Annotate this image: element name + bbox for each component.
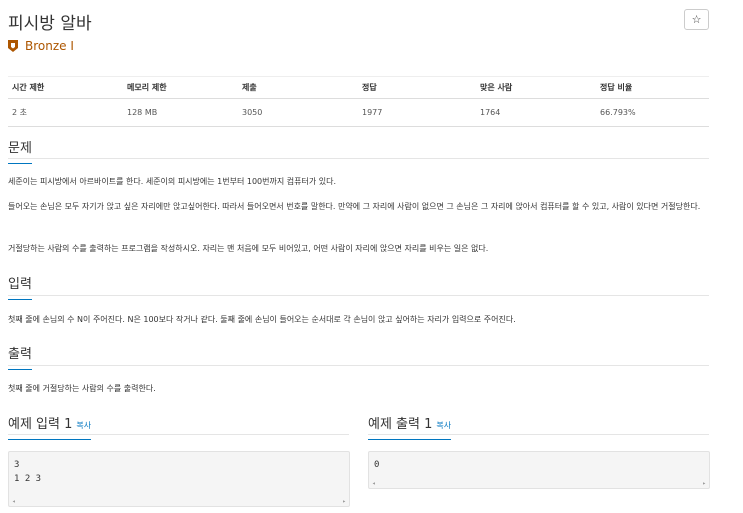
- copy-input-button[interactable]: 복사: [76, 421, 91, 430]
- stats-header-ratio: 정답 비율: [596, 76, 709, 99]
- stats-header-submissions: 제출: [238, 76, 358, 99]
- stats-value-time: 2 초: [8, 98, 123, 127]
- stats-header-solvers: 맞은 사람: [476, 76, 596, 99]
- horizontal-scrollbar[interactable]: ◂ ▸: [10, 498, 348, 505]
- stats-value-memory: 128 MB: [123, 98, 238, 127]
- scroll-left-icon[interactable]: ◂: [12, 498, 16, 505]
- divider: [8, 434, 349, 435]
- tier-label[interactable]: Bronze I: [8, 39, 74, 53]
- output-description: 첫째 줄에 거절당하는 사람의 수를 출력한다.: [8, 384, 156, 393]
- stats-value-submissions[interactable]: 3050: [238, 98, 358, 127]
- problem-stats-table: 시간 제한 메모리 제한 제출 정답 맞은 사람 정답 비율 2 초 128 M…: [8, 76, 709, 127]
- horizontal-scrollbar[interactable]: ◂ ▸: [370, 480, 708, 487]
- sample-output-code: 0: [374, 460, 380, 470]
- heading-underline: [368, 439, 452, 440]
- stats-value-ratio: 66.793%: [596, 98, 709, 127]
- output-heading: 출력: [8, 343, 32, 370]
- divider: [8, 295, 709, 296]
- heading-underline: [8, 299, 32, 300]
- stats-header-memory: 메모리 제한: [123, 76, 238, 99]
- heading-underline: [8, 163, 32, 164]
- output-heading-text: 출력: [8, 347, 32, 362]
- stats-value-row: 2 초 128 MB 3050 1977 1764 66.793%: [8, 98, 709, 127]
- description-paragraph-2: 들어오는 손님은 모두 자기가 앉고 싶은 자리에만 앉고싶어한다. 따라서 들…: [8, 202, 701, 211]
- problem-title: 피시방 알바: [8, 14, 92, 34]
- description-heading: 문제: [8, 137, 32, 164]
- stats-header-row: 시간 제한 메모리 제한 제출 정답 맞은 사람 정답 비율: [8, 76, 709, 99]
- tier-text: Bronze I: [25, 39, 74, 53]
- heading-underline: [8, 369, 32, 370]
- star-button[interactable]: ☆: [684, 9, 709, 30]
- sample-input-title: 예제 입력 1: [8, 417, 73, 432]
- heading-underline: [8, 439, 92, 440]
- description-paragraph-3: 거절당하는 사람의 수를 출력하는 프로그램을 작성하시오. 자리는 맨 처음에…: [8, 244, 489, 253]
- stats-header-accepted: 정답: [358, 76, 476, 99]
- divider: [8, 365, 709, 366]
- copy-output-button[interactable]: 복사: [436, 421, 451, 430]
- scroll-right-icon[interactable]: ▸: [342, 498, 346, 505]
- input-heading-text: 입력: [8, 277, 32, 292]
- stats-header-time: 시간 제한: [8, 76, 123, 99]
- scroll-right-icon[interactable]: ▸: [702, 480, 706, 487]
- sample-input-heading: 예제 입력 1 복사: [8, 413, 92, 440]
- scroll-left-icon[interactable]: ◂: [372, 480, 376, 487]
- sample-input-box[interactable]: 3 1 2 3 ◂ ▸: [8, 451, 350, 507]
- input-heading: 입력: [8, 273, 32, 300]
- description-heading-text: 문제: [8, 141, 32, 156]
- divider: [8, 158, 709, 159]
- sample-output-heading: 예제 출력 1 복사: [368, 413, 452, 440]
- sample-output-box[interactable]: 0 ◂ ▸: [368, 451, 710, 489]
- input-description: 첫째 줄에 손님의 수 N이 주어진다. N은 100보다 작거나 같다. 둘째…: [8, 315, 516, 324]
- bronze-badge-icon: [8, 40, 18, 52]
- stats-value-solvers[interactable]: 1764: [476, 98, 596, 127]
- stats-value-accepted[interactable]: 1977: [358, 98, 476, 127]
- divider: [368, 434, 709, 435]
- sample-input-code: 3 1 2 3: [14, 460, 42, 484]
- sample-output-title: 예제 출력 1: [368, 417, 433, 432]
- description-paragraph-1: 세준이는 피시방에서 아르바이트를 한다. 세준이의 피시방에는 1번부터 10…: [8, 177, 337, 186]
